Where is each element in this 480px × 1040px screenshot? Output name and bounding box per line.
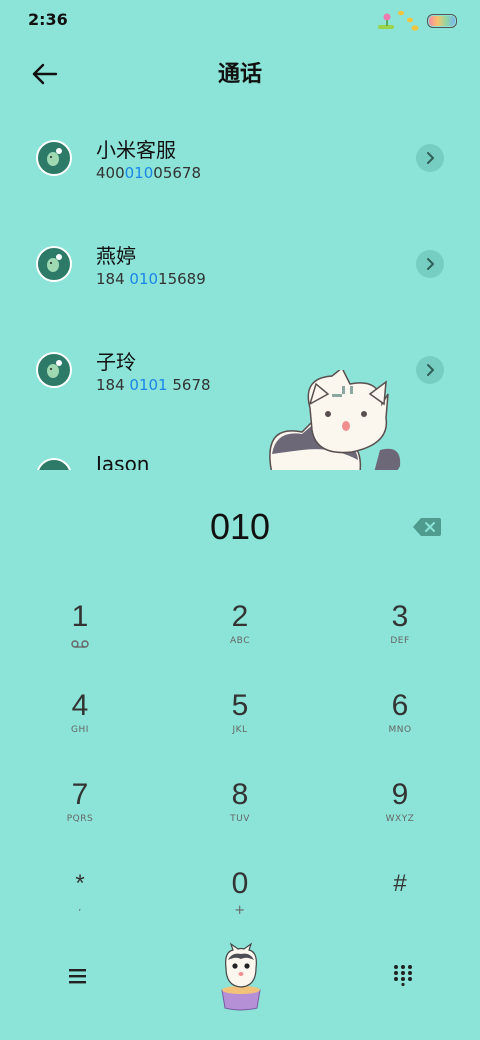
match-highlight: 010 — [129, 270, 159, 288]
dial-display: 010 — [0, 500, 480, 560]
key-digit: 5 — [231, 689, 249, 722]
contact-avatar — [36, 246, 72, 282]
key-7[interactable]: 7 PQRS — [0, 774, 160, 862]
key-letters: TUV — [230, 814, 250, 824]
contact-results-list: 小米客服 40001005678 燕婷 184 01015689 子玲 184 … — [0, 108, 480, 470]
key-digit: 0 — [231, 867, 249, 900]
chevron-right-icon — [427, 152, 434, 164]
contact-details-button[interactable] — [416, 144, 444, 172]
call-button[interactable] — [216, 942, 266, 1014]
menu-button[interactable] — [66, 964, 90, 988]
key-letters: PQRS — [66, 814, 94, 824]
voicemail-icon — [71, 640, 89, 648]
key-3[interactable]: 3 DEF — [320, 596, 480, 684]
key-hash[interactable]: # — [320, 863, 480, 951]
chevron-right-icon — [427, 258, 434, 270]
key-letters: , — [78, 903, 82, 913]
key-letters: DEF — [390, 636, 410, 646]
key-digit: 8 — [231, 778, 249, 811]
dino-avatar-icon — [47, 148, 62, 166]
contact-row-xiaomi-service[interactable]: 小米客服 40001005678 — [0, 108, 480, 208]
contact-name: 燕婷 — [96, 244, 136, 268]
key-digit: 7 — [71, 778, 89, 811]
contact-name: Jason — [96, 452, 150, 470]
key-digit: # — [393, 870, 407, 897]
key-letters: GHI — [71, 725, 89, 735]
dialpad-icon — [394, 965, 412, 987]
key-2[interactable]: 2 ABC — [160, 596, 320, 684]
key-letters: ABC — [230, 636, 250, 646]
backspace-button[interactable] — [412, 516, 442, 538]
key-digit: 3 — [391, 600, 409, 633]
status-bar: 2:36 — [0, 0, 480, 40]
match-highlight: 0101 — [129, 376, 168, 394]
flower-bee-icon — [378, 10, 419, 31]
key-letters: + — [234, 903, 246, 918]
contact-avatar — [36, 352, 72, 388]
key-digit: 1 — [71, 600, 89, 633]
contact-avatar — [36, 140, 72, 176]
contact-avatar — [36, 458, 72, 470]
key-0[interactable]: 0 + — [160, 863, 320, 951]
contact-number: 40001005678 — [96, 164, 201, 182]
dino-avatar-icon — [47, 360, 62, 378]
menu-icon — [69, 969, 86, 984]
key-digit: 6 — [391, 689, 409, 722]
contact-number: 184 01015689 — [96, 270, 206, 288]
cats-illustration — [269, 370, 401, 470]
chevron-right-icon — [427, 364, 434, 376]
dialpad-toggle-button[interactable] — [392, 964, 414, 987]
key-letters: WXYZ — [385, 814, 415, 824]
backspace-icon — [413, 518, 441, 536]
key-digit: 9 — [391, 778, 409, 811]
key-4[interactable]: 4 GHI — [0, 685, 160, 773]
contact-details-button[interactable] — [416, 250, 444, 278]
header: 通话 — [0, 46, 480, 96]
key-star[interactable]: * , — [0, 863, 160, 951]
contact-number: 184 0101 5678 — [96, 376, 211, 394]
dino-avatar-icon — [47, 254, 62, 272]
key-1[interactable]: 1 — [0, 596, 160, 684]
status-time: 2:36 — [28, 10, 68, 29]
page-title: 通话 — [217, 62, 262, 87]
key-digit: 2 — [231, 600, 249, 633]
key-8[interactable]: 8 TUV — [160, 774, 320, 862]
key-letters: MNO — [388, 725, 412, 735]
key-letters: JKL — [232, 725, 248, 735]
cat-call-icon — [221, 942, 261, 1011]
bottom-bar — [0, 940, 480, 1020]
key-9[interactable]: 9 WXYZ — [320, 774, 480, 862]
contact-name: 子玲 — [96, 350, 136, 374]
contact-row-yanting[interactable]: 燕婷 184 01015689 — [0, 214, 480, 314]
key-5[interactable]: 5 JKL — [160, 685, 320, 773]
match-highlight: 010 — [124, 164, 154, 182]
battery-icon — [427, 14, 457, 28]
key-digit: 4 — [71, 689, 89, 722]
key-6[interactable]: 6 MNO — [320, 685, 480, 773]
dialed-number: 010 — [209, 506, 271, 547]
contact-name: 小米客服 — [96, 138, 176, 162]
key-digit: * — [75, 870, 85, 897]
dialer-screen: 2:36 通话 小米客服 40001005678 燕婷 184 01015689… — [0, 0, 480, 1040]
